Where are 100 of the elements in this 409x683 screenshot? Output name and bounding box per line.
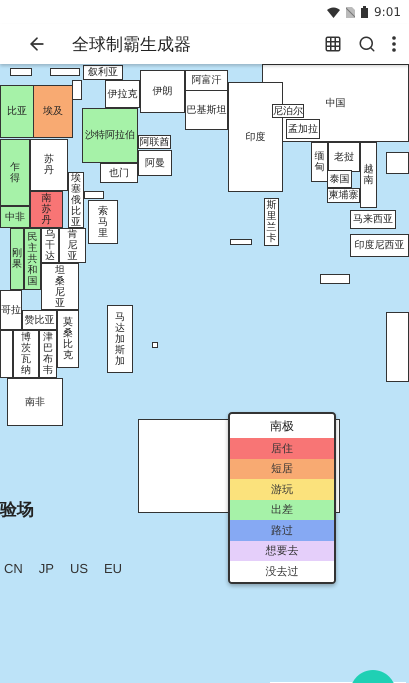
country-region[interactable]: 比亚 — [0, 85, 34, 138]
country-name: 阿曼 — [145, 158, 165, 168]
country-region[interactable]: 乌干达 — [41, 228, 59, 263]
map-region — [10, 68, 32, 76]
map-region — [386, 152, 409, 174]
app-title: 全球制霸生成器 — [72, 34, 192, 56]
menu-title: 南极 — [269, 418, 295, 434]
country-region[interactable]: 民主共和国 — [24, 228, 41, 290]
map-region — [50, 68, 80, 76]
no-sim-icon — [346, 6, 356, 18]
map-region — [0, 330, 13, 378]
country-region[interactable]: 肯尼亚 — [59, 228, 86, 263]
country-name: 莫桑比克 — [63, 317, 73, 361]
region-button[interactable]: US — [70, 561, 88, 576]
country-name: 刚果 — [12, 248, 22, 270]
country-region[interactable]: 伊朗 — [140, 70, 185, 113]
country-region[interactable]: 哥拉 — [0, 290, 22, 330]
country-name: 埃及 — [43, 106, 63, 117]
country-name: 中国 — [326, 98, 346, 108]
country-region[interactable]: 巴基斯坦 — [185, 90, 228, 130]
map-region — [320, 274, 350, 284]
country-name: 泰国 — [330, 174, 350, 184]
country-name: 南苏丹 — [42, 193, 52, 226]
map-region — [152, 342, 158, 348]
country-name: 南非 — [25, 396, 45, 408]
map-region — [84, 191, 104, 199]
country-name: 乍得 — [10, 162, 20, 184]
country-region[interactable]: 南非 — [7, 378, 63, 426]
country-region[interactable]: 老挝 — [328, 142, 360, 172]
country-region[interactable]: 津巴布韦 — [39, 330, 57, 378]
country-region[interactable]: 马来西亚 — [350, 210, 396, 229]
more-button[interactable] — [389, 33, 399, 55]
country-name: 伊朗 — [152, 86, 172, 97]
country-region[interactable]: 博茨瓦纳 — [13, 330, 39, 378]
grid-icon — [324, 35, 342, 53]
country-name: 坦桑尼亚 — [55, 264, 65, 308]
country-name: 马达加斯加 — [115, 312, 125, 366]
country-region[interactable]: 赞比亚 — [22, 310, 57, 330]
country-name: 哥拉 — [1, 304, 21, 316]
wifi-icon — [327, 6, 340, 18]
country-region[interactable]: 阿富汗 — [185, 70, 228, 91]
country-region[interactable]: 刚果 — [10, 228, 24, 290]
country-name: 埃塞俄比亚 — [71, 172, 81, 228]
country-name: 中非 — [5, 212, 25, 222]
country-region[interactable]: 伊拉克 — [105, 80, 140, 108]
country-region[interactable]: 沙特阿拉伯 — [82, 108, 138, 163]
country-name: 老挝 — [334, 152, 354, 162]
country-name: 印度尼西亚 — [354, 240, 404, 251]
country-region[interactable]: 乍得 — [0, 139, 30, 206]
country-region[interactable]: 马达加斯加 — [107, 305, 133, 373]
country-name: 赞比亚 — [24, 314, 54, 326]
country-region[interactable]: 苏丹 — [30, 139, 68, 191]
country-name: 博茨瓦纳 — [21, 332, 31, 376]
country-name: 越南 — [364, 164, 374, 186]
more-icon — [392, 36, 396, 52]
country-name: 沙特阿拉伯 — [85, 130, 135, 141]
map-region — [386, 312, 409, 382]
country-name: 肯尼亚 — [68, 229, 78, 262]
country-name: 乌干达 — [45, 229, 55, 262]
menu-item[interactable]: 路过 — [230, 520, 334, 540]
country-name: 津巴布韦 — [43, 332, 53, 376]
country-name: 叙利亚 — [88, 67, 118, 78]
country-name: 也门 — [109, 168, 129, 178]
clock-time: 9:01 — [374, 5, 401, 19]
country-region[interactable]: 埃及 — [33, 85, 73, 138]
menu-item[interactable]: 没去过 — [230, 561, 334, 582]
region-button[interactable]: JP — [38, 561, 54, 576]
search-icon — [358, 35, 376, 53]
country-region[interactable]: 泰国 — [327, 170, 352, 188]
map-region — [230, 239, 252, 245]
menu-item[interactable]: 想要去 — [230, 540, 334, 561]
country-region[interactable]: 莫桑比克 — [57, 310, 79, 368]
menu-item[interactable]: 短居 — [230, 458, 334, 479]
region-button[interactable]: EU — [104, 561, 122, 576]
battery-icon — [361, 6, 368, 18]
menu-item[interactable]: 游玩 — [230, 479, 334, 500]
country-name: 民主共和国 — [28, 232, 38, 286]
country-region[interactable]: 也门 — [100, 163, 138, 183]
country-region[interactable]: 越南 — [360, 142, 377, 208]
country-region[interactable]: 印度尼西亚 — [350, 234, 409, 257]
country-name: 马来西亚 — [353, 214, 393, 225]
country-region[interactable]: 埃塞俄比亚 — [68, 172, 84, 228]
country-name: 苏丹 — [44, 154, 54, 176]
country-region[interactable]: 坦桑尼亚 — [41, 263, 79, 310]
country-region[interactable]: 中非 — [0, 206, 30, 228]
country-region[interactable]: 叙利亚 — [83, 65, 123, 80]
region-button[interactable]: CN — [4, 561, 23, 576]
country-name: 比亚 — [7, 106, 27, 117]
country-name: 伊拉克 — [108, 88, 138, 100]
country-region[interactable]: 阿曼 — [138, 150, 172, 176]
country-name: 孟加拉 — [288, 124, 318, 134]
country-name: 索马里 — [98, 206, 108, 238]
country-region[interactable]: 南苏丹 — [30, 191, 63, 228]
country-region[interactable]: 孟加拉 — [286, 119, 320, 139]
menu-item[interactable]: 居住 — [230, 438, 334, 458]
country-region[interactable]: 缅甸 — [311, 142, 328, 182]
map-region — [72, 80, 82, 100]
country-region[interactable]: 索马里 — [88, 200, 118, 244]
menu-item[interactable]: 出差 — [230, 500, 334, 520]
country-name: 缅甸 — [314, 151, 324, 173]
